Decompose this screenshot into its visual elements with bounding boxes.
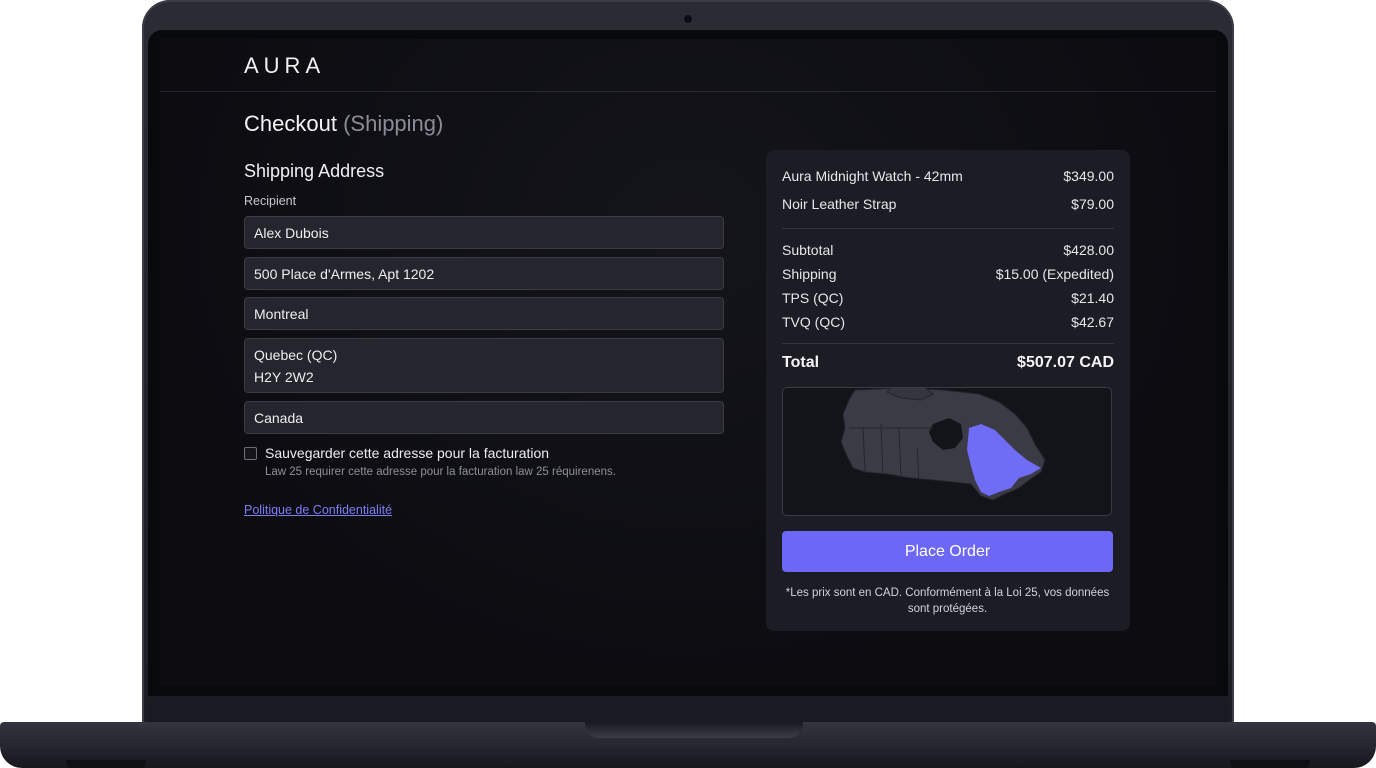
street-address-value: 500 Place d'Armes, Apt 1202 [254, 265, 435, 282]
tps-row: TPS (QC) $21.40 [782, 290, 1114, 306]
country-field[interactable]: Canada [244, 401, 724, 434]
country-value: Canada [254, 409, 304, 426]
tps-label: TPS (QC) [782, 290, 844, 306]
site-header: AURA [160, 39, 1216, 92]
shipping-row: Shipping $15.00 (Expedited) [782, 266, 1114, 282]
page-title: Checkout (Shipping) [244, 111, 443, 137]
city-value: Montreal [254, 305, 309, 322]
line-item-name: Noir Leather Strap [782, 196, 897, 212]
privacy-policy-link[interactable]: Politique de Confidentialité [244, 503, 392, 517]
line-item: Aura Midnight Watch - 42mm $349.00 [782, 168, 1114, 184]
tvq-row: TVQ (QC) $42.67 [782, 314, 1114, 330]
save-billing-option[interactable]: Sauvegarder cette adresse pour la factur… [244, 445, 549, 461]
checkout-screen: AURA Checkout (Shipping) Shipping Addres… [160, 39, 1216, 686]
tvq-label: TVQ (QC) [782, 314, 845, 330]
line-item-price: $79.00 [1071, 196, 1114, 212]
divider [782, 343, 1114, 344]
subtotal-row: Subtotal $428.00 [782, 242, 1114, 258]
laptop-chin [148, 696, 1228, 722]
divider [782, 228, 1114, 229]
recipient-label: Recipient [244, 194, 297, 208]
page-title-main: Checkout [244, 111, 337, 136]
city-field[interactable]: Montreal [244, 297, 724, 330]
postal-code-value: H2Y 2W2 [254, 368, 314, 385]
place-order-button[interactable]: Place Order [782, 531, 1113, 572]
shipping-address-heading: Shipping Address [244, 161, 385, 181]
recipient-name-field[interactable]: Alex Dubois [244, 216, 724, 249]
total-row: Total $507.07 CAD [782, 354, 1114, 372]
tps-value: $21.40 [1071, 290, 1114, 306]
canada-map-graphic [840, 388, 1046, 501]
line-item-price: $349.00 [1063, 168, 1114, 184]
subtotal-label: Subtotal [782, 242, 834, 258]
street-address-field[interactable]: 500 Place d'Armes, Apt 1202 [244, 257, 724, 290]
save-billing-checkbox[interactable] [244, 446, 257, 460]
province-postal-field[interactable]: Quebec (QC) H2Y 2W2 [244, 338, 724, 393]
page-title-step: (Shipping) [343, 111, 444, 136]
webcam [684, 15, 692, 23]
laptop-foot [66, 760, 146, 768]
line-item: Noir Leather Strap $79.00 [782, 196, 1114, 212]
laptop-foot [1230, 760, 1310, 768]
order-summary-card: Aura Midnight Watch - 42mm $349.00 Noir … [766, 150, 1130, 631]
total-label: Total [782, 354, 820, 371]
recipient-name-value: Alex Dubois [254, 224, 329, 241]
save-billing-hint: Law 25 requirer cette adresse pour la fa… [265, 466, 616, 478]
shipping-label: Shipping [782, 266, 837, 282]
total-value: $507.07 CAD [1017, 354, 1114, 371]
shipping-value: $15.00 (Expedited) [995, 266, 1114, 282]
subtotal-value: $428.00 [1063, 242, 1114, 258]
laptop-hinge-notch [585, 722, 803, 738]
tvq-value: $42.67 [1071, 314, 1114, 330]
canada-map [782, 387, 1112, 516]
price-disclaimer: *Les prix sont en CAD. Conformément à la… [785, 587, 1110, 615]
save-billing-label: Sauvegarder cette adresse pour la factur… [265, 445, 550, 461]
province-value: Quebec (QC) [254, 346, 338, 363]
brand-logo[interactable]: AURA [244, 53, 325, 79]
line-item-name: Aura Midnight Watch - 42mm [782, 168, 963, 184]
